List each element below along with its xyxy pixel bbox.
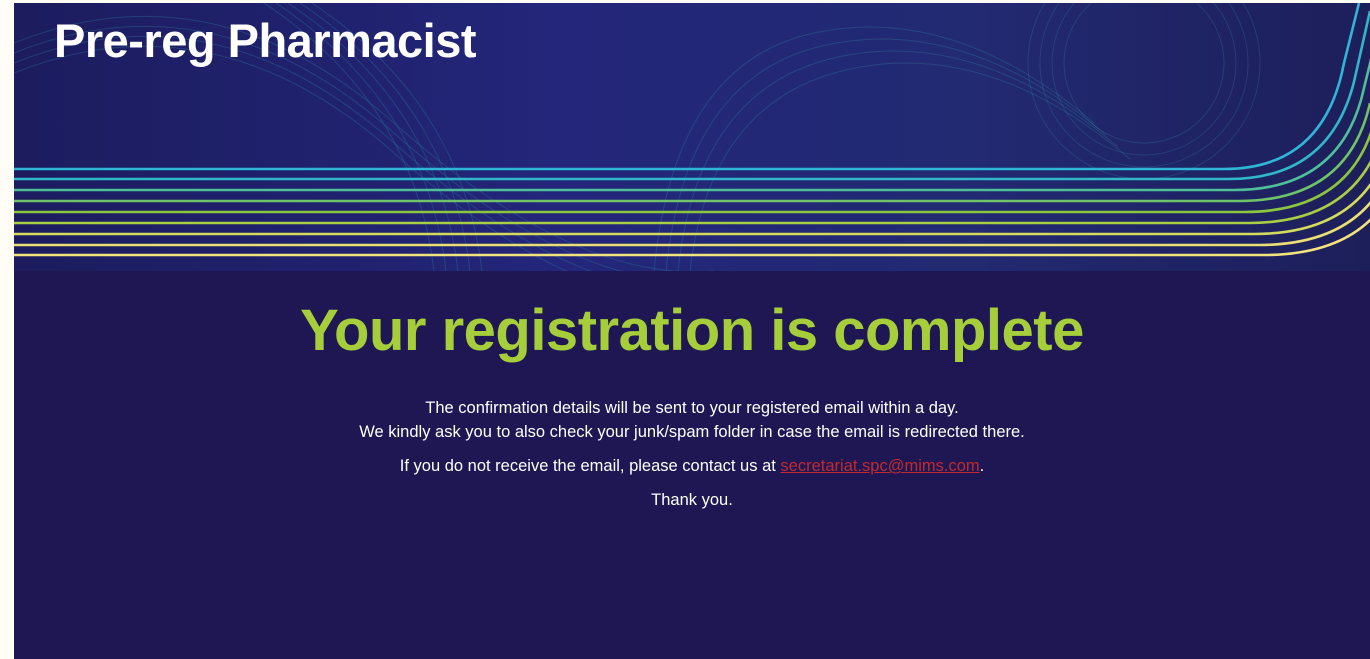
header-banner: Pre-reg Pharmacist <box>14 3 1370 271</box>
confirmation-section: Your registration is complete The confir… <box>14 271 1370 512</box>
contact-prefix: If you do not receive the email, please … <box>399 457 781 475</box>
confirmation-line-2: We kindly ask you to also check your jun… <box>359 423 1025 441</box>
thank-you-text: Thank you. <box>651 491 733 509</box>
site-title: Pre-reg Pharmacist <box>54 14 477 67</box>
contact-email-link[interactable]: secretariat.spc@mims.com <box>780 457 979 475</box>
confirmation-line-1: The confirmation details will be sent to… <box>425 399 959 417</box>
confirmation-message: The confirmation details will be sent to… <box>332 396 1052 444</box>
registration-page: Pre-reg Pharmacist Your registration is … <box>14 3 1370 659</box>
registration-complete-heading: Your registration is complete <box>300 298 1084 363</box>
contact-suffix: . <box>979 457 985 475</box>
contact-message: If you do not receive the email, please … <box>242 454 1142 478</box>
